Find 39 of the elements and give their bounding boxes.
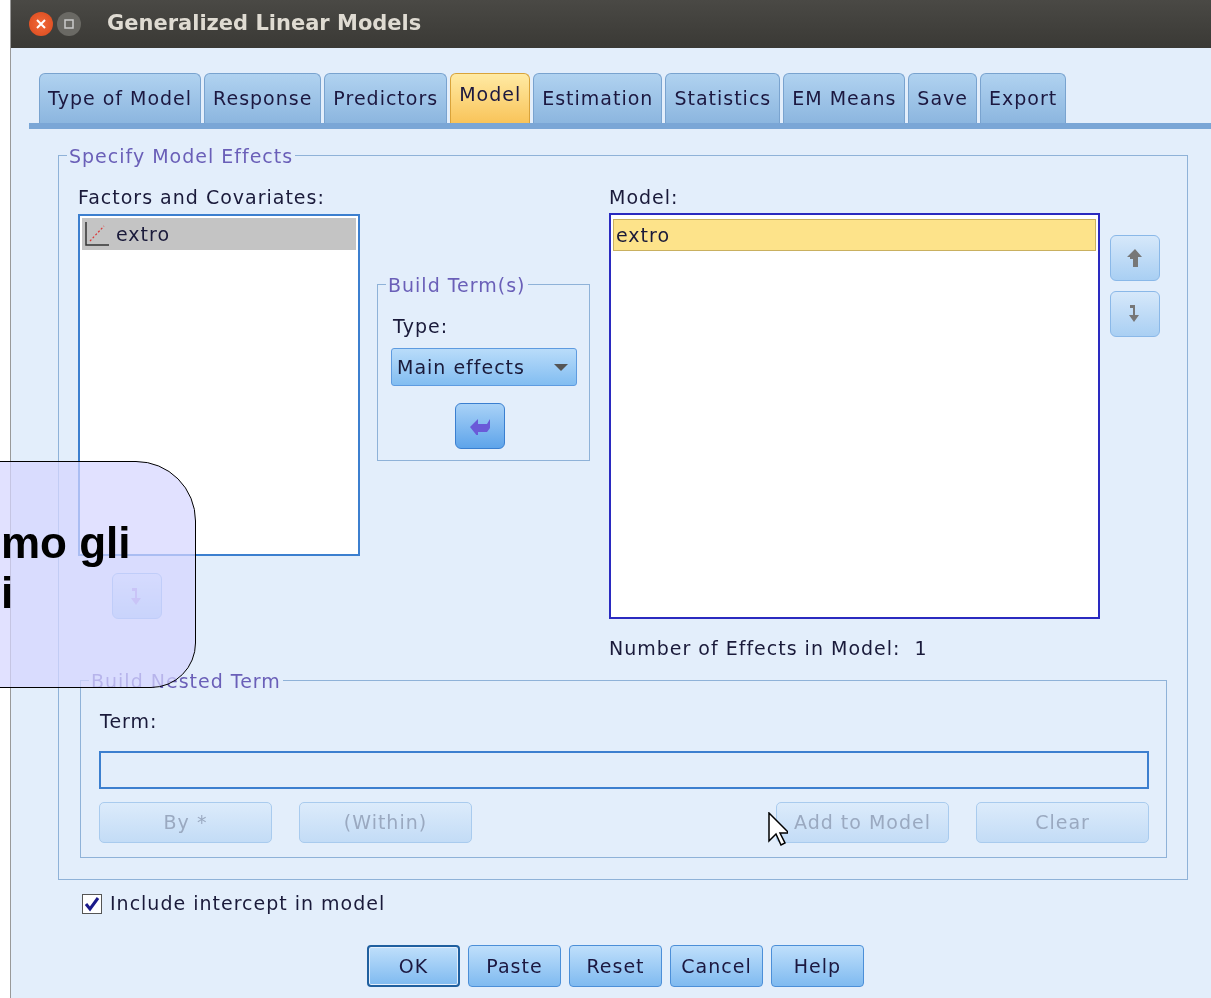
list-label: Factors and Covariates: — [78, 186, 326, 209]
tab[interactable]: Save — [908, 73, 977, 123]
arrow-up-icon — [1126, 248, 1144, 268]
tab[interactable]: Type of Model — [39, 73, 202, 123]
term-field[interactable] — [99, 750, 1149, 789]
move-up-button[interactable] — [1110, 235, 1160, 281]
maximize-icon — [64, 19, 74, 29]
add-term-button[interactable] — [455, 403, 505, 449]
tab[interactable]: Model — [450, 73, 531, 123]
list-item[interactable]: extro — [613, 219, 1096, 251]
model-list[interactable]: extro — [609, 213, 1100, 619]
button[interactable]: Paste — [468, 945, 561, 987]
button[interactable]: Cancel — [670, 945, 763, 987]
mouse-cursor-icon — [768, 812, 788, 846]
tab[interactable]: Export — [980, 73, 1067, 123]
tab[interactable]: EM Means — [783, 73, 906, 123]
scale-icon — [84, 221, 110, 247]
list-item[interactable]: extro — [82, 218, 356, 250]
tab[interactable]: Predictors — [324, 73, 448, 123]
move-down-button[interactable] — [1110, 291, 1160, 337]
effects-count: Number of Effects in Model: 1 — [609, 637, 929, 660]
type-dropdown[interactable]: Main effects — [391, 348, 577, 386]
arrow-left-icon — [469, 417, 491, 435]
list-label: Model: — [609, 186, 680, 209]
button[interactable]: Help — [771, 945, 864, 987]
tab[interactable]: Estimation — [533, 73, 663, 123]
type-label: Type: — [393, 315, 450, 338]
tab[interactable]: Response — [204, 73, 322, 123]
button[interactable]: OK — [367, 945, 460, 987]
caret-icon — [554, 363, 568, 371]
close-button[interactable] — [29, 12, 53, 36]
checkbox-label: Include intercept in model — [110, 892, 386, 915]
checkbox[interactable] — [82, 893, 102, 914]
button[interactable]: Reset — [569, 945, 662, 987]
window-title: Generalized Linear Models — [107, 10, 422, 38]
tab[interactable]: Statistics — [665, 73, 781, 123]
close-icon — [36, 19, 46, 29]
term-label: Term: — [100, 710, 158, 733]
maximize-button[interactable] — [57, 12, 81, 36]
